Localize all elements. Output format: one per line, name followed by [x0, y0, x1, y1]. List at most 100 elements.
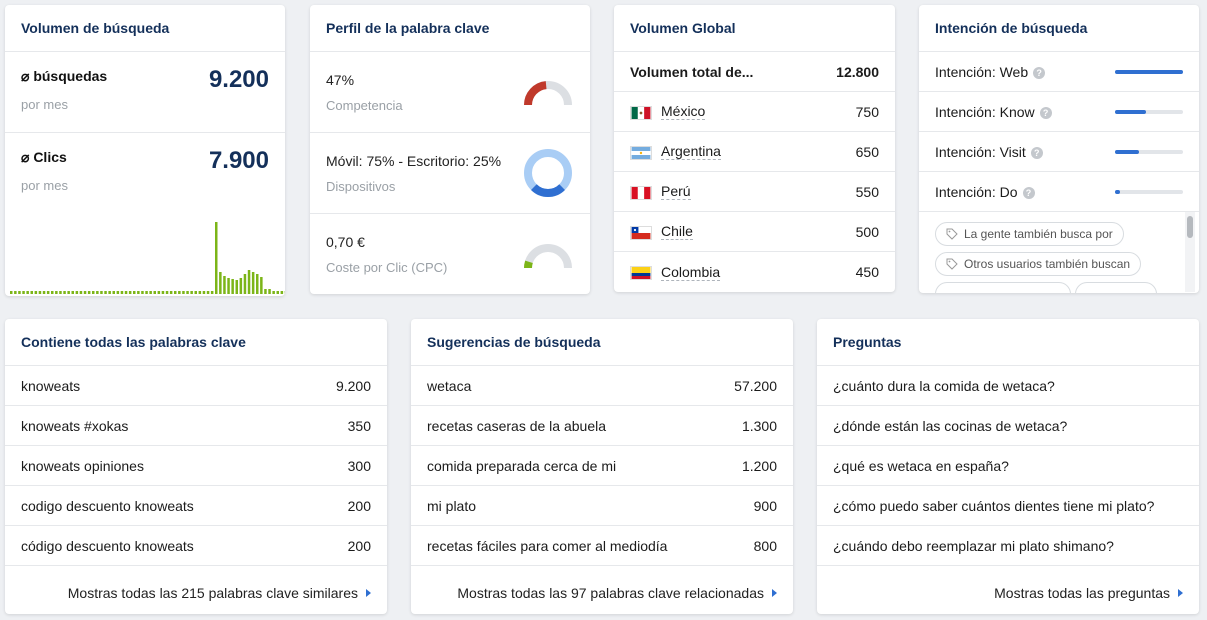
keyword: código descuento knoweats: [21, 537, 194, 554]
volume-bar: [169, 291, 173, 294]
keyword: recetas fáciles para comer al mediodía: [427, 537, 668, 554]
table-row[interactable]: knoweats #xokas 350: [5, 406, 387, 446]
searches-metric: ⌀ búsquedas por mes 9.200: [5, 52, 285, 133]
volume-bar: [38, 291, 42, 294]
volume-bar: [276, 291, 279, 294]
keyword-volume: 57.200: [734, 377, 777, 394]
card-title: Volumen de búsqueda: [5, 5, 285, 52]
question-text: ¿cuándo debo reemplazar mi plato shimano…: [833, 537, 1114, 554]
country-name[interactable]: México: [661, 103, 706, 121]
volume-bar: [75, 291, 79, 294]
volume-bar: [280, 291, 284, 294]
chile-flag-icon: [630, 225, 652, 240]
volume-bar: [30, 291, 33, 294]
volume-bar: [210, 291, 214, 294]
help-icon[interactable]: ?: [1033, 66, 1046, 79]
volume-bar: [149, 291, 152, 294]
scrollbar-thumb[interactable]: [1187, 216, 1193, 238]
tag-icon: [946, 258, 958, 270]
searches-sub: por mes: [21, 97, 68, 112]
table-row[interactable]: knoweats opiniones 300: [5, 446, 387, 486]
volume-bar: [10, 291, 13, 294]
table-row[interactable]: comida preparada cerca de mi 1.200: [411, 446, 793, 486]
country-name[interactable]: Perú: [661, 183, 691, 201]
country-name[interactable]: Chile: [661, 223, 693, 241]
volume-bar: [46, 291, 50, 294]
intent-bar: [1115, 69, 1183, 74]
table-row[interactable]: knoweats 9.200: [5, 366, 387, 406]
search-volume-card: Volumen de búsqueda ⌀ búsquedas por mes …: [5, 5, 285, 296]
help-icon[interactable]: ?: [1039, 106, 1052, 119]
volume-bar: [51, 291, 54, 294]
card-title: Sugerencias de búsqueda: [411, 319, 793, 366]
show-all-questions-link[interactable]: Mostras todas las preguntas: [994, 585, 1183, 601]
volume-bar: [223, 276, 226, 294]
cpc-gauge: [524, 243, 572, 268]
volume-bar: [272, 291, 275, 294]
list-item[interactable]: ¿qué es wetaca en españa?: [817, 446, 1199, 486]
volume-bar: [157, 291, 161, 294]
total-volume-label: Volumen total de...: [630, 63, 754, 80]
volume-bar: [190, 291, 193, 294]
keyword-volume: 300: [347, 457, 371, 474]
global-volume-card: Volumen Global Volumen total de... 12.80…: [614, 5, 895, 292]
country-name[interactable]: Colombia: [661, 263, 721, 281]
country-row-argentina[interactable]: Argentina 650: [614, 132, 895, 172]
table-row[interactable]: mi plato 900: [411, 486, 793, 526]
country-name[interactable]: Argentina: [661, 143, 721, 161]
show-all-related-link[interactable]: Mostras todas las 97 palabras clave rela…: [457, 585, 777, 601]
volume-bar: [92, 291, 95, 294]
volume-bar: [182, 291, 185, 294]
table-row[interactable]: recetas caseras de la abuela 1.300: [411, 406, 793, 446]
question-text: ¿cuánto dura la comida de wetaca?: [833, 377, 1055, 394]
volume-bar: [264, 289, 267, 294]
country-row-peru[interactable]: Perú 550: [614, 172, 895, 212]
volume-bar: [243, 274, 247, 294]
chip-partial[interactable]: [1075, 282, 1158, 293]
scrollbar[interactable]: [1185, 212, 1195, 292]
volume-bar: [63, 291, 66, 294]
country-volume: 550: [855, 183, 879, 200]
volume-bar: [165, 291, 169, 294]
volume-bar: [141, 291, 144, 294]
list-item[interactable]: ¿dónde están las cocinas de wetaca?: [817, 406, 1199, 446]
volume-bar: [186, 291, 189, 294]
country-row-mexico[interactable]: México 750: [614, 92, 895, 132]
table-row[interactable]: código descuento knoweats 200: [5, 526, 387, 566]
chip-people-also-search[interactable]: La gente también busca por: [935, 222, 1124, 246]
tag-icon: [946, 228, 958, 240]
keyword: knoweats opiniones: [21, 457, 144, 474]
list-item[interactable]: ¿cuánto dura la comida de wetaca?: [817, 366, 1199, 406]
country-row-chile[interactable]: Chile 500: [614, 212, 895, 252]
show-all-keywords-link[interactable]: Mostras todas las 215 palabras clave sim…: [68, 585, 371, 601]
country-row-colombia[interactable]: Colombia 450: [614, 252, 895, 292]
question-text: ¿cómo puedo saber cuántos dientes tiene …: [833, 497, 1155, 514]
cpc-label: Coste por Clic (CPC): [326, 260, 448, 275]
cpc-row: 0,70 € Coste por Clic (CPC): [310, 214, 590, 294]
help-icon[interactable]: ?: [1022, 186, 1035, 199]
table-row[interactable]: recetas fáciles para comer al mediodía 80…: [411, 526, 793, 566]
keyword: mi plato: [427, 497, 477, 514]
list-item[interactable]: ¿cómo puedo saber cuántos dientes tiene …: [817, 486, 1199, 526]
volume-bar: [79, 291, 83, 294]
card-title: Preguntas: [817, 319, 1199, 366]
chip-partial[interactable]: [935, 282, 1071, 293]
keyword-profile-card: Perfil de la palabra clave 47% Competenc…: [310, 5, 590, 294]
question-text: ¿dónde están las cocinas de wetaca?: [833, 417, 1068, 434]
intent-bar: [1115, 109, 1183, 114]
volume-bar: [100, 291, 103, 294]
list-item[interactable]: ¿cuándo debo reemplazar mi plato shimano…: [817, 526, 1199, 566]
table-row[interactable]: wetaca 57.200: [411, 366, 793, 406]
competition-gauge: [524, 81, 572, 106]
intent-label: Intención: Do: [935, 183, 1018, 200]
country-volume: 450: [855, 264, 879, 280]
help-icon[interactable]: ?: [1030, 146, 1043, 159]
volume-trend-chart: [10, 222, 285, 294]
intent-bar: [1115, 149, 1183, 154]
volume-bar: [14, 291, 17, 294]
keyword-volume: 350: [347, 417, 371, 434]
table-row[interactable]: codigo descuento knoweats 200: [5, 486, 387, 526]
devices-row: Móvil: 75% - Escritorio: 25% Dispositivo…: [310, 133, 590, 214]
chip-others-search[interactable]: Otros usuarios también buscan: [935, 252, 1142, 276]
card-title: Intención de búsqueda: [919, 5, 1199, 52]
